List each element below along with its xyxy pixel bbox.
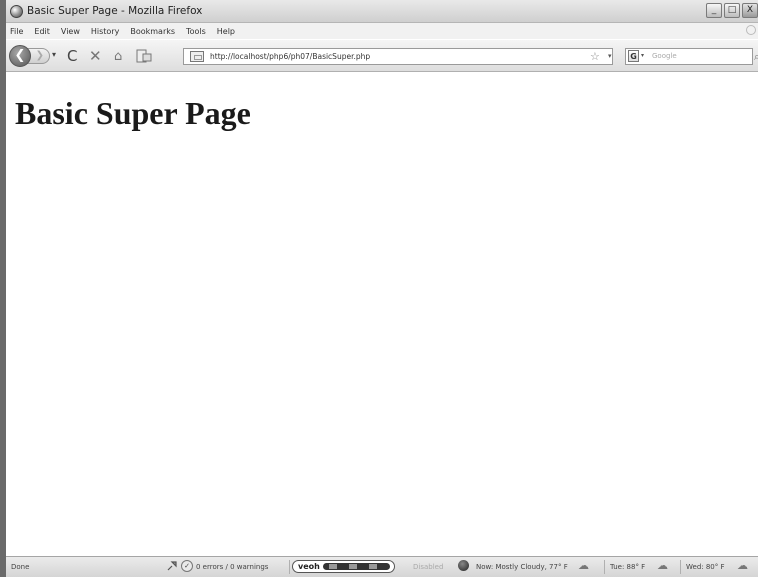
firefox-icon — [10, 4, 23, 18]
menu-bar: File Edit View History Bookmarks Tools H… — [6, 23, 758, 39]
url-bar[interactable]: http://localhost/php6/ph07/BasicSuper.ph… — [183, 48, 613, 65]
validator-icon[interactable]: ✓ — [181, 560, 193, 572]
menu-file[interactable]: File — [10, 27, 23, 36]
status-text: Done — [11, 563, 30, 571]
window-controls: _ □ X — [706, 3, 758, 18]
search-engine-dropdown-icon[interactable]: ▾ — [641, 52, 644, 59]
veoh-toolbar[interactable] — [323, 563, 390, 570]
bookmark-page-icon[interactable] — [136, 49, 152, 66]
status-divider — [680, 560, 681, 574]
title-bar[interactable]: Basic Super Page - Mozilla Firefox _ □ X — [6, 0, 758, 23]
veoh-logo: veoh — [298, 562, 320, 571]
menu-help[interactable]: Help — [217, 27, 235, 36]
menu-tools[interactable]: Tools — [186, 27, 206, 36]
star-icon[interactable]: ☆ — [590, 50, 600, 63]
maximize-button[interactable]: □ — [724, 3, 740, 18]
status-divider — [604, 560, 605, 574]
window-title: Basic Super Page - Mozilla Firefox — [27, 5, 203, 17]
veoh-segment — [369, 564, 377, 569]
cloud-icon: ☁ — [578, 559, 589, 572]
veoh-segment — [349, 564, 357, 569]
menu-edit[interactable]: Edit — [34, 27, 50, 36]
menu-bookmarks[interactable]: Bookmarks — [130, 27, 175, 36]
weather-icon[interactable] — [458, 560, 469, 571]
browser-window: Basic Super Page - Mozilla Firefox _ □ X… — [0, 0, 758, 577]
status-bar: Done ✓ 0 errors / 0 warnings veoh Disabl… — [6, 556, 758, 577]
page-heading: Basic Super Page — [15, 95, 251, 131]
google-icon[interactable]: G — [628, 50, 639, 62]
weather-tue[interactable]: Tue: 88° F — [610, 563, 645, 571]
minimize-button[interactable]: _ — [706, 3, 722, 18]
veoh-segment — [329, 564, 337, 569]
menu-view[interactable]: View — [61, 27, 80, 36]
stop-icon[interactable]: ✕ — [89, 47, 102, 65]
search-input[interactable]: Google — [652, 52, 677, 60]
back-button[interactable]: ❮ — [9, 45, 31, 67]
close-button[interactable]: X — [742, 3, 758, 18]
search-bar[interactable]: G ▾ Google — [625, 48, 753, 65]
status-divider — [289, 560, 290, 574]
weather-wed[interactable]: Wed: 80° F — [686, 563, 725, 571]
search-go-icon[interactable]: ⌕ — [754, 50, 758, 64]
validation-status[interactable]: 0 errors / 0 warnings — [196, 563, 268, 571]
reload-icon[interactable]: C — [67, 47, 77, 65]
site-identity-icon[interactable] — [190, 51, 204, 62]
url-dropdown-icon[interactable]: ▾ — [608, 52, 612, 60]
cloud-icon: ☁ — [737, 559, 748, 572]
url-text[interactable]: http://localhost/php6/ph07/BasicSuper.ph… — [210, 52, 370, 61]
disabled-status[interactable]: Disabled — [413, 563, 443, 571]
cloud-icon: ☁ — [657, 559, 668, 572]
history-dropdown-icon[interactable]: ▾ — [52, 50, 56, 59]
home-icon[interactable]: ⌂ — [114, 49, 122, 64]
menu-history[interactable]: History — [91, 27, 119, 36]
menubar-search-icon — [746, 25, 756, 35]
veoh-widget[interactable]: veoh — [292, 560, 395, 573]
page-content: Basic Super Page — [6, 72, 758, 556]
navigation-toolbar: ❯ ❮ ▾ C ✕ ⌂ http://localhost/php6/ph07/B… — [6, 40, 758, 72]
weather-now[interactable]: Now: Mostly Cloudy, 77° F — [476, 563, 568, 571]
addon-icon[interactable] — [166, 560, 178, 575]
